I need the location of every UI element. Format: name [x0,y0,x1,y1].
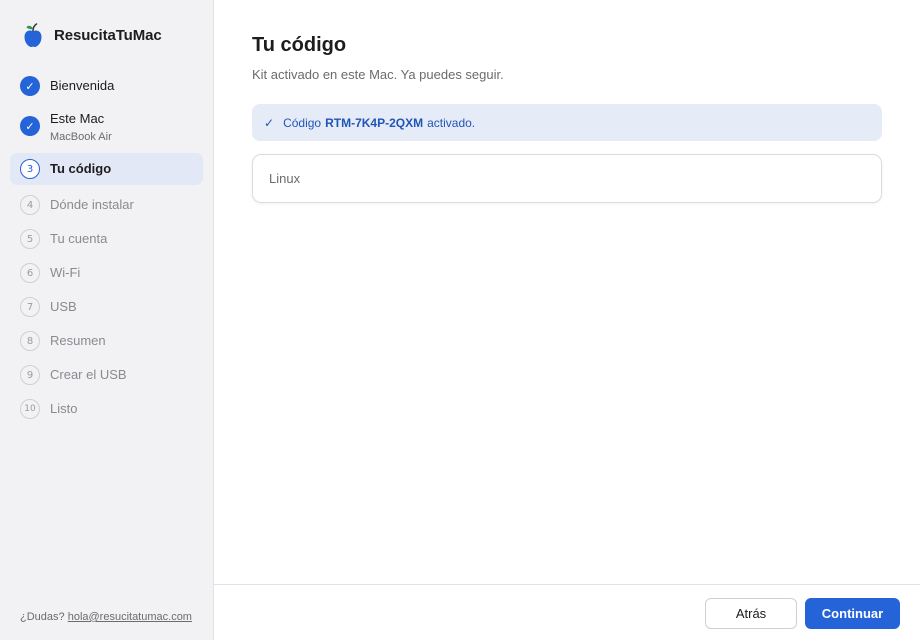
app-name: ResucitaTuMac [54,26,162,44]
step-number: 4 [20,195,40,215]
step-label: Listo [50,401,78,416]
code-activated-notice: ✓ Código RTM-7K4P-2QXM activado. [252,104,882,141]
brand: ResucitaTuMac [22,22,162,48]
check-icon: ✓ [264,115,275,130]
step-number: 7 [20,297,40,317]
step-tu-codigo[interactable]: 3 Tu código [10,153,203,185]
step-label: Este Mac [50,111,105,126]
step-crear-usb[interactable]: 9 Crear el USB [10,357,203,391]
step-usb[interactable]: 7 USB [10,289,203,323]
step-number: 8 [20,331,40,351]
step-listo[interactable]: 10 Listo [10,391,203,425]
os-option-label: Linux [269,171,301,186]
help-text: ¿Dudas? hola@resucitatumac.com [20,611,192,623]
step-sublabel: MacBook Air [50,131,112,143]
step-label: Dónde instalar [50,197,134,212]
step-label: Bienvenida [50,78,115,93]
os-option-linux[interactable]: Linux [252,154,882,203]
page-subtitle: Kit activado en este Mac. Ya puedes segu… [252,67,504,82]
apple-logo-icon [24,23,42,47]
back-button[interactable]: Atrás [705,598,797,629]
notice-suffix: activado. [427,115,476,130]
step-este-mac[interactable]: ✓ Este Mac MacBook Air [10,108,203,152]
step-label: Tu código [50,161,112,176]
help-prefix: ¿Dudas? [20,611,65,623]
step-label: Resumen [50,333,106,348]
step-number: 10 [20,399,40,419]
page-title: Tu código [252,34,347,56]
step-tu-cuenta[interactable]: 5 Tu cuenta [10,221,203,255]
notice-prefix: Código [283,115,322,130]
step-resumen[interactable]: 8 Resumen [10,323,203,357]
help-email-link[interactable]: hola@resucitatumac.com [68,611,192,623]
step-label: Crear el USB [50,367,127,382]
step-number: 9 [20,365,40,385]
step-check-icon: ✓ [20,76,40,96]
footer: Atrás Continuar [214,584,920,640]
step-label: USB [50,299,77,314]
step-bienvenida[interactable]: ✓ Bienvenida [10,68,203,102]
step-wifi[interactable]: 6 Wi-Fi [10,255,203,289]
step-number: 5 [20,229,40,249]
step-number: 6 [20,263,40,283]
step-label: Tu cuenta [50,231,108,246]
step-number: 3 [20,159,40,179]
step-check-icon: ✓ [20,116,40,136]
main-panel: Tu código Kit activado en este Mac. Ya p… [214,0,920,584]
step-label: Wi-Fi [50,265,81,280]
activation-code: RTM-7K4P-2QXM [325,115,424,130]
step-donde-instalar[interactable]: 4 Dónde instalar [10,187,203,221]
continue-button[interactable]: Continuar [805,598,900,629]
sidebar: ResucitaTuMac ✓ Bienvenida ✓ Este Mac Ma… [0,0,214,640]
